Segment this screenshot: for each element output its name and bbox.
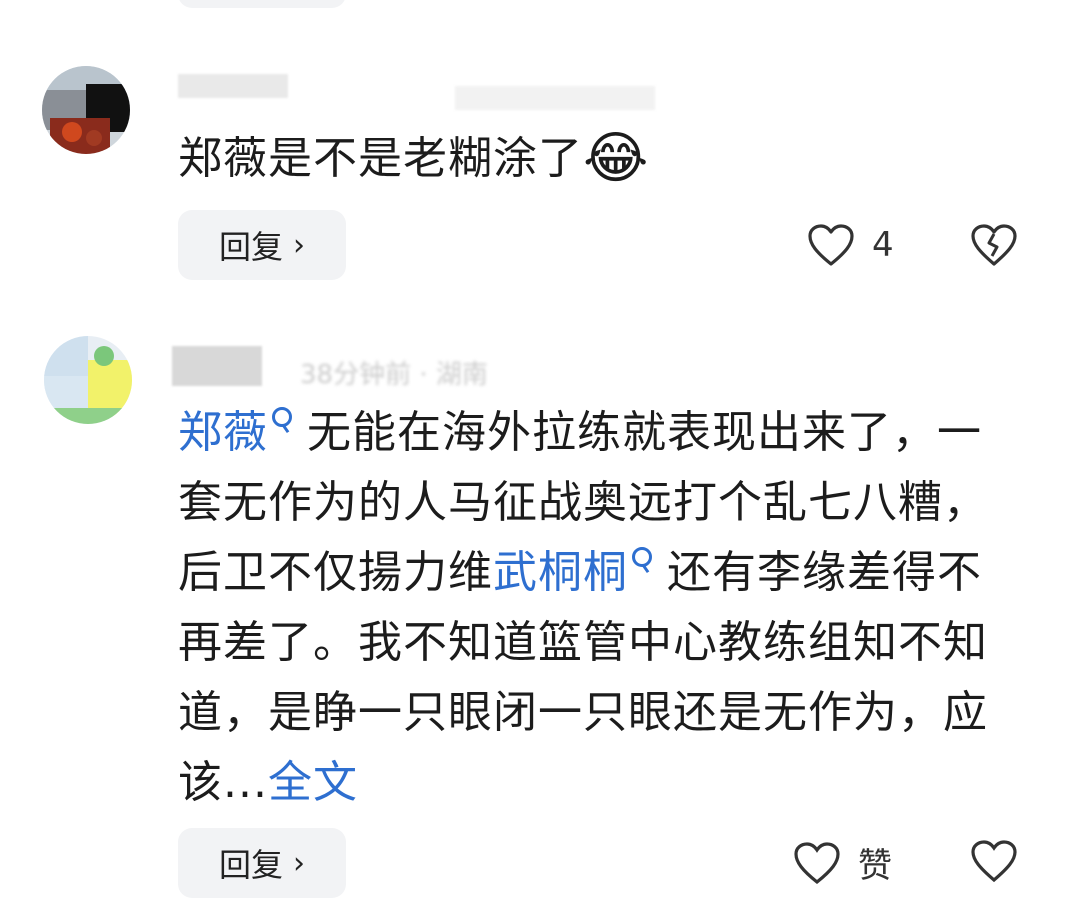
like-button[interactable]: 4 — [806, 222, 894, 268]
meta-blurred — [455, 86, 655, 110]
like-count: 赞 — [858, 846, 892, 886]
expand-full-text-link[interactable]: 全文 — [268, 757, 358, 808]
mention-link[interactable]: 武桐桐 — [493, 547, 652, 598]
mention-name: 郑薇 — [178, 407, 268, 458]
heart-icon — [808, 224, 854, 266]
broken-heart-icon — [971, 224, 1017, 266]
like-button[interactable]: 赞 — [792, 838, 892, 887]
comment-body: 郑薇是不是老糊涂了 — [178, 133, 583, 184]
username-blurred[interactable] — [178, 74, 288, 98]
comment-text: 郑薇 无能在海外拉练就表现出来了，一套无作为的人马征战奥远打个乱七八糟，后卫不仅… — [178, 398, 1008, 818]
avatar[interactable] — [42, 66, 130, 154]
dislike-button[interactable] — [970, 222, 1018, 272]
chevron-right-icon: › — [293, 845, 305, 881]
search-icon — [632, 547, 652, 567]
mention-name: 武桐桐 — [493, 547, 628, 598]
comment-meta: 38分钟前 · 湖南 — [300, 360, 488, 390]
reply-button[interactable]: 回复 › — [178, 828, 346, 898]
laughing-emoji-icon: 😂 — [583, 126, 650, 191]
reply-label: 回复 — [218, 846, 283, 884]
previous-reply-button[interactable] — [178, 0, 346, 8]
comment-text: 郑薇是不是老糊涂了😂 — [178, 124, 1038, 194]
reply-button[interactable]: 回复 › — [178, 210, 346, 280]
mention-link[interactable]: 郑薇 — [178, 407, 292, 458]
heart-icon — [794, 841, 840, 884]
avatar[interactable] — [44, 336, 132, 424]
search-icon — [272, 407, 292, 427]
like-count: 4 — [872, 225, 894, 265]
broken-heart-icon — [971, 840, 1017, 883]
avatar-image — [44, 336, 132, 424]
dislike-button[interactable] — [970, 838, 1018, 888]
reply-label: 回复 — [218, 228, 283, 266]
username-blurred[interactable] — [172, 346, 262, 386]
chevron-right-icon: › — [293, 227, 305, 263]
avatar-image — [42, 66, 130, 154]
